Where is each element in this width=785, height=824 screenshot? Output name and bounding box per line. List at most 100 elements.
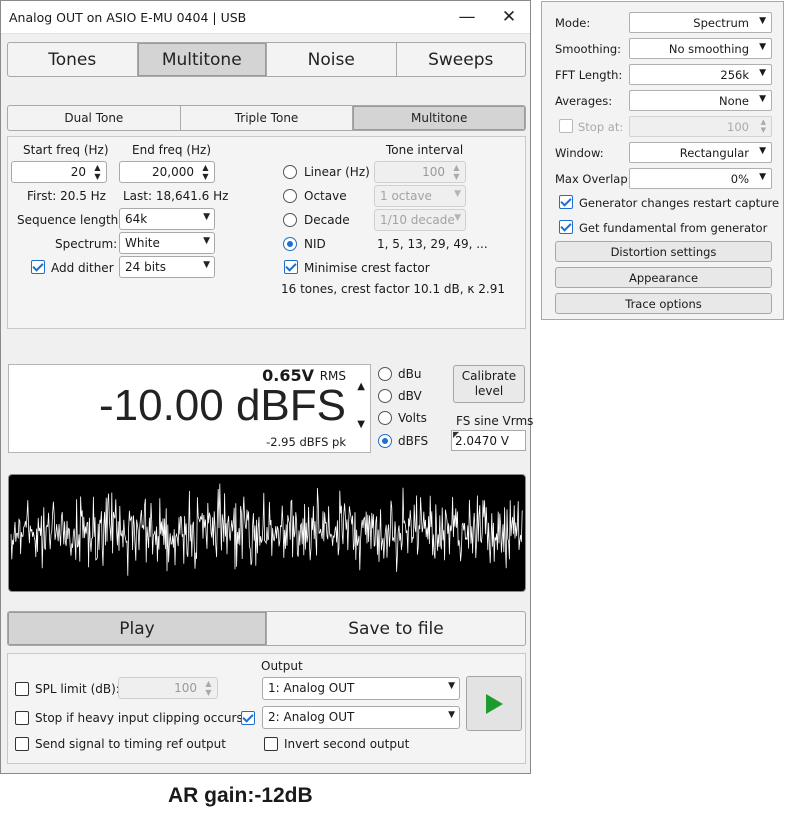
play-button[interactable] (466, 676, 522, 731)
spinner-arrows-icon[interactable]: ▲ ▼ (197, 162, 214, 182)
linear-interval-spinner[interactable]: 100 ▲ ▼ (374, 161, 466, 183)
chevron-down-icon: ▼ (203, 212, 210, 222)
sequence-length-value: 64k (125, 212, 148, 226)
spectrum-select[interactable]: White ▼ (119, 232, 215, 254)
chevron-down-icon: ▼ (759, 16, 766, 26)
minimize-icon: — (458, 7, 476, 27)
level-down-icon[interactable]: ▼ (357, 419, 365, 430)
chevron-down-icon: ▼ (203, 260, 210, 270)
minimise-crest-checkbox[interactable] (284, 260, 298, 274)
unit-dbu-radio[interactable] (378, 367, 392, 381)
chevron-down-icon: ▼ (448, 681, 455, 691)
output1-select[interactable]: 1: Analog OUT ▼ (262, 677, 460, 700)
level-display[interactable]: 0.65V RMS -10.00 dBFS -2.95 dBFS pk ▲ ▼ (8, 364, 371, 453)
tab-dual-tone[interactable]: Dual Tone (8, 106, 181, 130)
mode-select[interactable]: Spectrum ▼ (629, 12, 772, 33)
timing-ref-checkbox[interactable] (15, 737, 29, 751)
corner-marker-icon: ◤ (453, 430, 460, 439)
unit-dbv-label: dBV (398, 389, 422, 403)
calibrate-level-button[interactable]: Calibrate level (453, 365, 525, 403)
add-dither-checkbox[interactable] (31, 260, 45, 274)
end-freq-spinner[interactable]: 20,000 ▲ ▼ (119, 161, 215, 183)
minimize-button[interactable]: — (447, 3, 487, 31)
averages-value: None (718, 94, 749, 108)
fft-length-label: FFT Length: (555, 68, 623, 82)
unit-dbu-label: dBu (398, 367, 422, 381)
smoothing-label: Smoothing: (555, 42, 622, 56)
unit-dbfs-label: dBFS (398, 434, 429, 448)
trace-options-button[interactable]: Trace options (555, 293, 772, 314)
tab-sweeps[interactable]: Sweeps (397, 43, 526, 76)
add-dither-label: Add dither (51, 261, 114, 275)
tab-multitone-sub[interactable]: Multitone (353, 106, 525, 130)
linear-radio[interactable] (283, 165, 297, 179)
averages-label: Averages: (555, 94, 613, 108)
spl-limit-label: SPL limit (dB): (35, 682, 120, 696)
max-overlap-select[interactable]: 0% ▼ (629, 168, 772, 189)
fs-sine-label: FS sine Vrms (456, 414, 534, 428)
spinner-arrows-icon[interactable]: ▲ ▼ (448, 162, 465, 182)
last-freq-readout: Last: 18,641.6 Hz (123, 189, 229, 203)
smoothing-select[interactable]: No smoothing ▼ (629, 38, 772, 59)
invert-second-checkbox[interactable] (264, 737, 278, 751)
main-tabs: Tones Multitone Noise Sweeps (7, 42, 526, 77)
analyzer-settings-panel: Mode: Spectrum ▼ Smoothing: No smoothing… (541, 1, 784, 320)
decade-radio[interactable] (283, 213, 297, 227)
main-level-value: -10.00 dBFS (98, 381, 346, 430)
fs-sine-field[interactable]: 2.0470 V ◤ (451, 430, 526, 451)
output2-checkbox[interactable] (241, 711, 255, 725)
dither-bits-select[interactable]: 24 bits ▼ (119, 256, 215, 278)
waveform-display (8, 474, 526, 592)
start-freq-label: Start freq (Hz) (23, 143, 109, 157)
get-fundamental-label: Get fundamental from generator (579, 221, 768, 235)
title-bar[interactable]: Analog OUT on ASIO E-MU 0404 | USB — ✕ (1, 1, 530, 34)
chevron-down-icon: ▼ (203, 236, 210, 246)
nid-radio[interactable] (283, 237, 297, 251)
tab-noise[interactable]: Noise (267, 43, 397, 76)
save-to-file-button[interactable]: Save to file (267, 612, 525, 645)
get-fundamental-checkbox[interactable] (559, 220, 573, 234)
sub-tabs: Dual Tone Triple Tone Multitone (7, 105, 526, 131)
window-select[interactable]: Rectangular ▼ (629, 142, 772, 163)
tab-multitone[interactable]: Multitone (137, 43, 267, 76)
fft-length-select[interactable]: 256k ▼ (629, 64, 772, 85)
close-button[interactable]: ✕ (489, 3, 529, 31)
max-overlap-label: Max Overlap: (555, 172, 632, 186)
octave-select[interactable]: 1 octave ▼ (374, 185, 466, 207)
octave-radio[interactable] (283, 189, 297, 203)
spinner-arrows-icon[interactable]: ▲ ▼ (761, 118, 766, 134)
spectrum-value: White (125, 236, 160, 250)
unit-dbfs-radio[interactable] (378, 434, 392, 448)
appearance-button[interactable]: Appearance (555, 267, 772, 288)
start-freq-spinner[interactable]: 20 ▲ ▼ (11, 161, 107, 183)
linear-interval-value: 100 (422, 165, 445, 179)
output2-select[interactable]: 2: Analog OUT ▼ (262, 706, 460, 729)
spl-limit-spinner[interactable]: 100 ▲ ▼ (118, 677, 218, 699)
chevron-down-icon: ▼ (759, 172, 766, 182)
spinner-arrows-icon[interactable]: ▲ ▼ (89, 162, 106, 182)
distortion-settings-button[interactable]: Distortion settings (555, 241, 772, 262)
decade-label: Decade (304, 213, 350, 227)
decade-select[interactable]: 1/10 decade ▼ (374, 209, 466, 231)
dither-bits-value: 24 bits (125, 260, 166, 274)
spl-limit-checkbox[interactable] (15, 682, 29, 696)
octave-value: 1 octave (380, 189, 432, 203)
stop-at-spinner[interactable]: 100 ▲ ▼ (629, 116, 772, 137)
tab-tones[interactable]: Tones (8, 43, 138, 76)
sequence-length-select[interactable]: 64k ▼ (119, 208, 215, 230)
level-up-icon[interactable]: ▲ (357, 381, 365, 392)
unit-dbv-radio[interactable] (378, 389, 392, 403)
stop-clipping-label: Stop if heavy input clipping occurs (35, 711, 243, 725)
averages-select[interactable]: None ▼ (629, 90, 772, 111)
play-tab-button[interactable]: Play (8, 612, 267, 645)
gen-restart-checkbox[interactable] (559, 195, 573, 209)
waveform-trace (10, 483, 523, 576)
unit-volts-radio[interactable] (378, 411, 392, 425)
stop-at-checkbox[interactable] (559, 119, 573, 133)
action-bar: Play Save to file (7, 611, 526, 646)
spinner-arrows-icon[interactable]: ▲ ▼ (200, 678, 217, 698)
tab-triple-tone[interactable]: Triple Tone (181, 106, 354, 130)
stop-clipping-checkbox[interactable] (15, 711, 29, 725)
output2-value: 2: Analog OUT (268, 710, 355, 724)
fft-length-value: 256k (720, 68, 749, 82)
